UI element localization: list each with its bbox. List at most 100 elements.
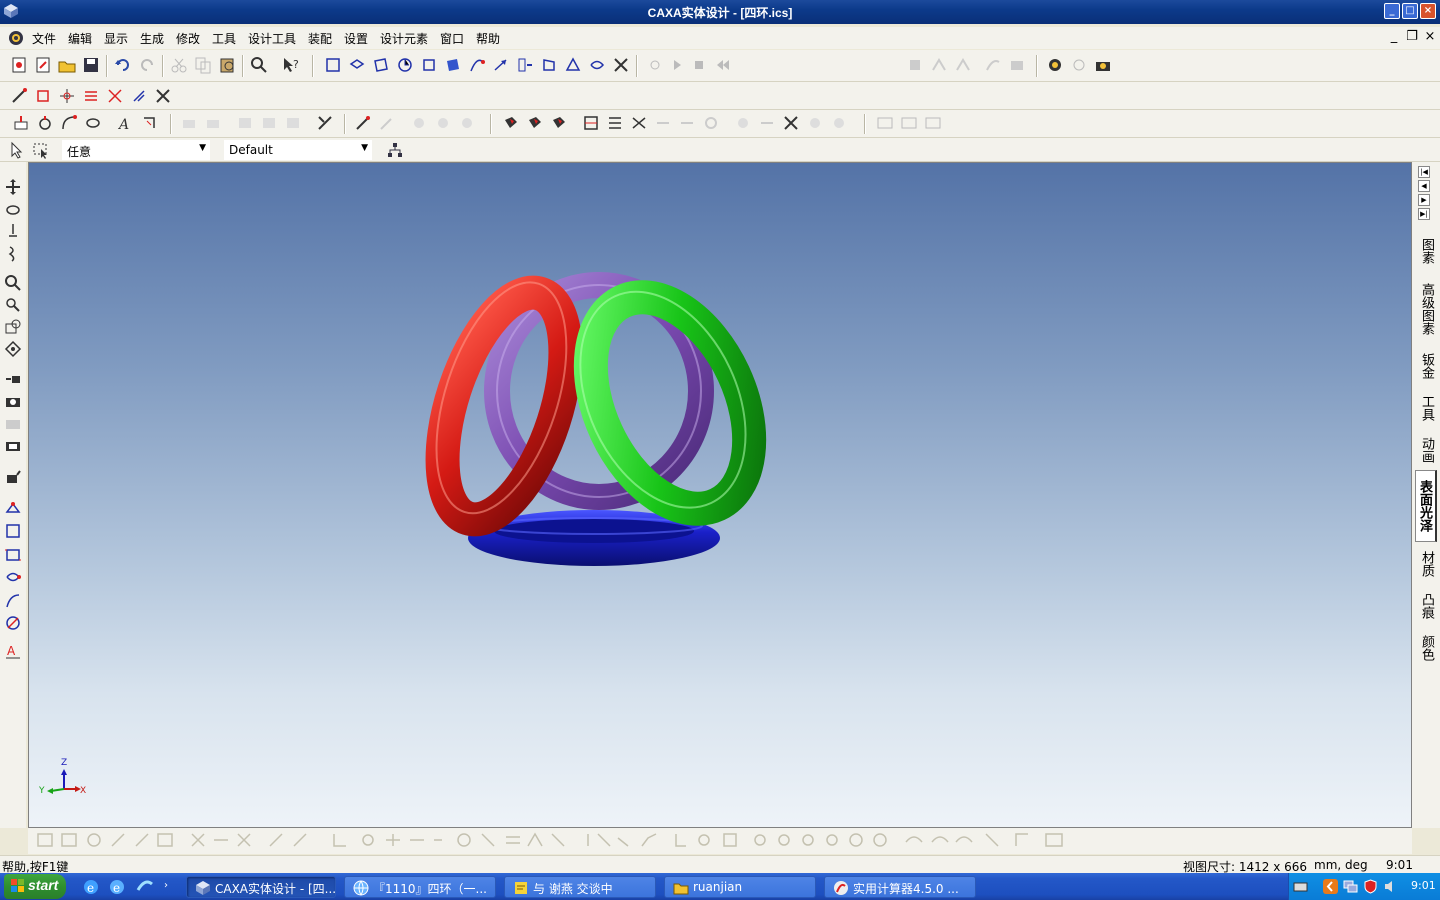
undo-icon[interactable] bbox=[114, 56, 132, 74]
select-arrow-icon[interactable] bbox=[8, 141, 26, 159]
tab-color[interactable]: 颜色 bbox=[1415, 630, 1437, 666]
sketch-hatch-icon[interactable] bbox=[82, 87, 100, 105]
volume-icon[interactable] bbox=[1383, 879, 1398, 894]
menu-view[interactable]: 显示 bbox=[104, 30, 128, 47]
start-button[interactable]: start bbox=[4, 874, 66, 899]
scene-canvas[interactable]: Z Y X bbox=[29, 163, 1412, 828]
look-at-icon[interactable] bbox=[4, 222, 22, 240]
edit-sketch-icon[interactable] bbox=[354, 114, 372, 132]
sketch-rect-icon[interactable] bbox=[34, 87, 52, 105]
tab-animation[interactable]: 动画 bbox=[1415, 432, 1437, 468]
save-icon[interactable] bbox=[82, 56, 100, 74]
tab-advanced-primitives[interactable]: 高级图素 bbox=[1415, 274, 1437, 344]
design-tree-icon[interactable] bbox=[386, 141, 404, 159]
revolve-icon[interactable] bbox=[36, 114, 54, 132]
sketch-plane-icon[interactable] bbox=[4, 500, 22, 518]
no-entry-icon[interactable] bbox=[4, 614, 22, 632]
open-folder-icon[interactable] bbox=[58, 56, 76, 74]
mdi-minimize-button[interactable]: _ bbox=[1387, 29, 1401, 44]
camera-move-icon[interactable] bbox=[4, 370, 22, 388]
quicklaunch-expand-icon[interactable]: › bbox=[164, 880, 182, 898]
curve-view-icon[interactable] bbox=[468, 56, 486, 74]
orbit-icon[interactable] bbox=[4, 200, 22, 218]
ie-browser-icon[interactable]: e bbox=[82, 878, 100, 896]
walk-icon[interactable] bbox=[4, 244, 22, 262]
zoom-window-icon[interactable] bbox=[4, 296, 22, 314]
paste-icon[interactable] bbox=[218, 56, 236, 74]
loft-icon[interactable] bbox=[84, 114, 102, 132]
tab-sheet-metal[interactable]: 钣金 bbox=[1415, 348, 1437, 384]
menu-modify[interactable]: 修改 bbox=[176, 30, 200, 47]
network-icon[interactable] bbox=[1343, 879, 1358, 894]
pan-view-icon[interactable] bbox=[492, 56, 510, 74]
camera-target-icon[interactable] bbox=[4, 436, 22, 454]
text-icon[interactable]: A bbox=[116, 114, 134, 132]
datum-plane-icon[interactable] bbox=[4, 522, 22, 540]
box-select-icon[interactable] bbox=[32, 141, 50, 159]
sweep-icon[interactable] bbox=[60, 114, 78, 132]
tab-tools[interactable]: 工具 bbox=[1415, 390, 1437, 426]
distribute-icon[interactable] bbox=[630, 114, 648, 132]
text-annotation-icon[interactable]: A bbox=[4, 642, 22, 660]
selection-filter-dropdown[interactable]: 任意 ▼ bbox=[62, 140, 210, 160]
tab-nav-prev-button[interactable]: ◀ bbox=[1418, 180, 1430, 192]
delete-feature-icon[interactable] bbox=[782, 114, 800, 132]
keyboard-icon[interactable] bbox=[1293, 879, 1308, 894]
sketch-point-icon[interactable] bbox=[58, 87, 76, 105]
tab-emboss[interactable]: 凸痕 bbox=[1415, 588, 1437, 624]
menu-generate[interactable]: 生成 bbox=[140, 30, 164, 47]
perspective-view-icon[interactable] bbox=[540, 56, 558, 74]
3d-viewport[interactable]: Z Y X bbox=[28, 162, 1412, 828]
tab-primitives[interactable]: 图素 bbox=[1415, 232, 1437, 270]
camera-icon[interactable] bbox=[4, 392, 22, 410]
context-help-icon[interactable]: ? bbox=[282, 56, 300, 74]
link-view-icon[interactable] bbox=[588, 56, 606, 74]
assemble-icon[interactable] bbox=[502, 114, 520, 132]
fit-view-icon[interactable] bbox=[564, 56, 582, 74]
loop-icon[interactable] bbox=[4, 568, 22, 586]
task-folder[interactable]: ruanjian bbox=[664, 876, 816, 898]
camera-icon[interactable] bbox=[1094, 56, 1112, 74]
zoom-fit-icon[interactable] bbox=[4, 318, 22, 336]
measure-tool-icon[interactable] bbox=[612, 56, 630, 74]
tab-nav-next-button[interactable]: ▶ bbox=[1418, 194, 1430, 206]
spline-icon[interactable] bbox=[4, 592, 22, 610]
menu-file[interactable]: 文件 bbox=[32, 30, 56, 47]
shaded-view-icon[interactable] bbox=[444, 56, 462, 74]
style-dropdown[interactable]: Default ▼ bbox=[224, 140, 372, 160]
frame-icon[interactable] bbox=[4, 546, 22, 564]
new-design-icon[interactable] bbox=[10, 56, 28, 74]
menu-settings[interactable]: 设置 bbox=[344, 30, 368, 47]
split-part-icon[interactable] bbox=[316, 114, 334, 132]
align-icon[interactable] bbox=[606, 114, 624, 132]
tray-expand-icon[interactable] bbox=[1323, 879, 1338, 894]
tab-surface-finish[interactable]: 表面光泽 bbox=[1415, 470, 1437, 542]
window-close-button[interactable]: × bbox=[1420, 3, 1436, 19]
view-iso-icon[interactable] bbox=[348, 56, 366, 74]
rotate-view-icon[interactable] bbox=[396, 56, 414, 74]
render-icon[interactable] bbox=[1046, 56, 1064, 74]
view-top-icon[interactable] bbox=[372, 56, 390, 74]
security-shield-icon[interactable] bbox=[1363, 879, 1378, 894]
ie-browser-2-icon[interactable]: e bbox=[108, 878, 126, 896]
extrude-icon[interactable] bbox=[12, 114, 30, 132]
tab-nav-last-button[interactable]: ▶| bbox=[1418, 208, 1430, 220]
menu-assembly[interactable]: 装配 bbox=[308, 30, 332, 47]
new-drawing-icon[interactable] bbox=[34, 56, 52, 74]
lighting-icon[interactable] bbox=[4, 468, 22, 486]
shell-icon[interactable] bbox=[140, 114, 158, 132]
sketch-offset-icon[interactable] bbox=[130, 87, 148, 105]
sketch-trim-icon[interactable] bbox=[106, 87, 124, 105]
tab-nav-first-button[interactable]: |◀ bbox=[1418, 166, 1430, 178]
view-side-icon[interactable] bbox=[420, 56, 438, 74]
find-icon[interactable] bbox=[250, 56, 268, 74]
task-caxa[interactable]: CAXA实体设计 - [四... bbox=[186, 876, 336, 898]
position-icon[interactable] bbox=[582, 114, 600, 132]
menu-window[interactable]: 窗口 bbox=[440, 30, 464, 47]
view-front-icon[interactable] bbox=[324, 56, 342, 74]
task-chat[interactable]: 与 谢燕 交谈中 bbox=[504, 876, 656, 898]
window-minimize-button[interactable]: _ bbox=[1384, 3, 1400, 19]
menu-help[interactable]: 帮助 bbox=[476, 30, 500, 47]
menu-design-elements[interactable]: 设计元素 bbox=[380, 30, 428, 47]
menu-design-tools[interactable]: 设计工具 bbox=[248, 30, 296, 47]
